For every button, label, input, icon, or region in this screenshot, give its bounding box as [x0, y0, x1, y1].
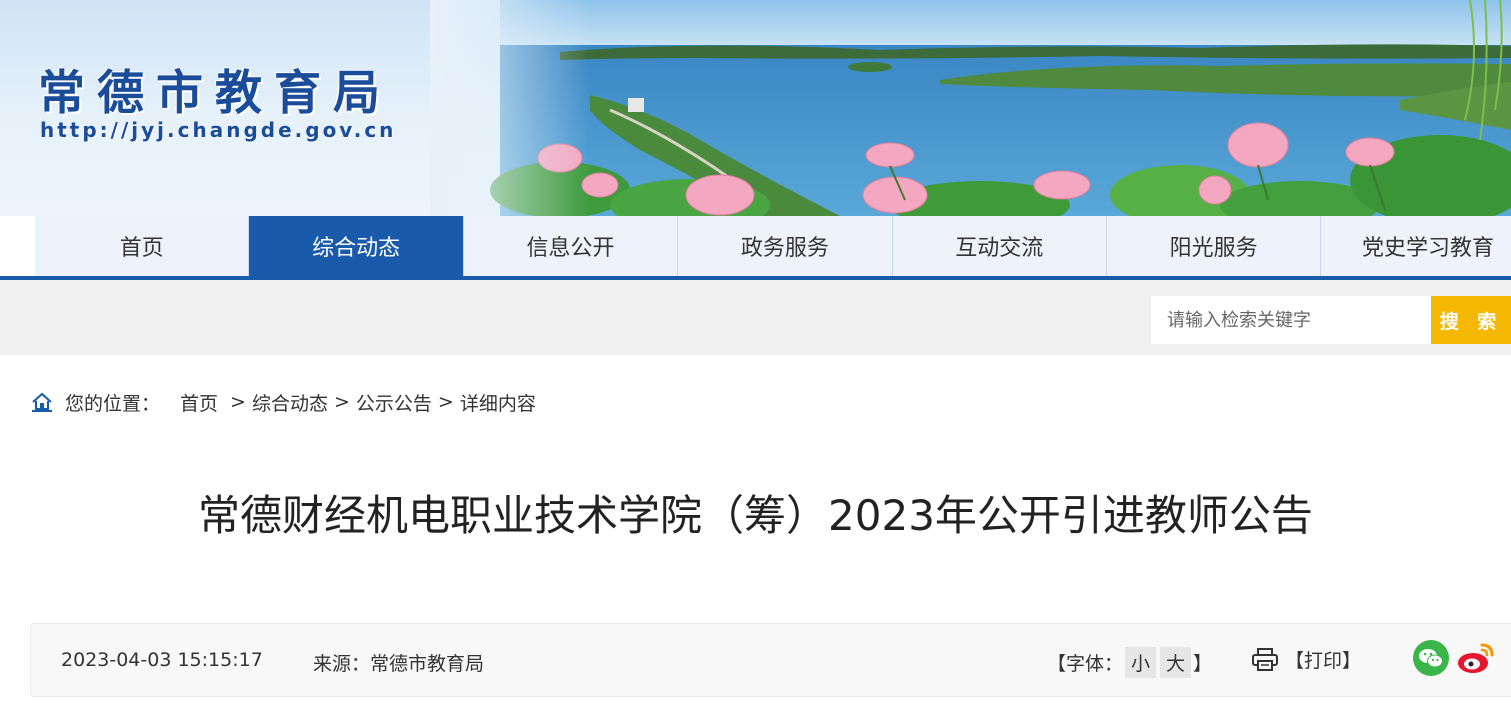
home-icon: [32, 392, 52, 412]
breadcrumb-item-home[interactable]: 首页: [180, 389, 218, 416]
source-label: 来源：: [313, 653, 371, 675]
share-weibo-button[interactable]: [1456, 639, 1496, 681]
font-size-label: 【字体：: [1047, 653, 1124, 675]
printer-icon: [1252, 647, 1278, 671]
search-input[interactable]: [1151, 296, 1431, 344]
nav-item-home[interactable]: 首页: [35, 216, 250, 276]
article-meta-bar: 2023-04-03 15:15:17 来源：常德市教育局 【字体： 小 大 】…: [30, 623, 1511, 697]
header-banner: 常德市教育局 http://jyj.changde.gov.cn: [0, 0, 1511, 216]
breadcrumb: 您的位置： 首页 > 综合动态 > 公示公告 > 详细内容: [31, 388, 536, 416]
site-title: 常德市教育局: [38, 66, 392, 121]
breadcrumb-label: 您的位置：: [65, 392, 161, 415]
nav-items: 首页 综合动态 信息公开 政务服务 互动交流 阳光服务 党史学习教育: [35, 216, 1511, 276]
font-large-button[interactable]: 大: [1160, 647, 1192, 678]
breadcrumb-item-details[interactable]: 详细内容: [460, 389, 536, 416]
print-button[interactable]: 【打印】: [1251, 646, 1361, 673]
nav-item-party-history[interactable]: 党史学习教育: [1321, 216, 1511, 276]
nav-item-government-services[interactable]: 政务服务: [678, 216, 893, 276]
breadcrumb-separator: >: [437, 391, 454, 413]
breadcrumb-item-news[interactable]: 综合动态: [252, 389, 328, 416]
font-size-label-close: 】: [1193, 653, 1213, 675]
article-source: 来源：常德市教育局: [313, 649, 484, 676]
search-bar: 搜 索: [0, 280, 1511, 355]
wechat-icon: [1413, 640, 1449, 676]
breadcrumb-item-announcements[interactable]: 公示公告: [356, 389, 432, 416]
nav-item-interaction[interactable]: 互动交流: [892, 216, 1107, 276]
article-title: 常德财经机电职业技术学院（筹）2023年公开引进教师公告: [198, 491, 1313, 540]
breadcrumb-separator: >: [333, 391, 350, 413]
print-label: 【打印】: [1285, 650, 1362, 672]
weibo-icon: [1458, 643, 1494, 673]
publish-date: 2023-04-03 15:15:17: [61, 649, 263, 671]
nav-item-info-disclosure[interactable]: 信息公开: [463, 216, 679, 276]
site-url: http://jyj.changde.gov.cn: [40, 118, 397, 142]
share-wechat-button[interactable]: [1412, 639, 1450, 681]
main-navigation: 首页 综合动态 信息公开 政务服务 互动交流 阳光服务 党史学习教育: [0, 216, 1511, 280]
nav-item-news[interactable]: 综合动态: [249, 216, 464, 276]
search-button[interactable]: 搜 索: [1431, 296, 1511, 344]
font-size-control: 【字体： 小 大 】: [1047, 647, 1212, 678]
breadcrumb-separator: >: [230, 391, 246, 413]
nav-item-sunshine-services[interactable]: 阳光服务: [1106, 216, 1322, 276]
source-value: 常德市教育局: [370, 653, 485, 675]
font-small-button[interactable]: 小: [1125, 647, 1157, 678]
